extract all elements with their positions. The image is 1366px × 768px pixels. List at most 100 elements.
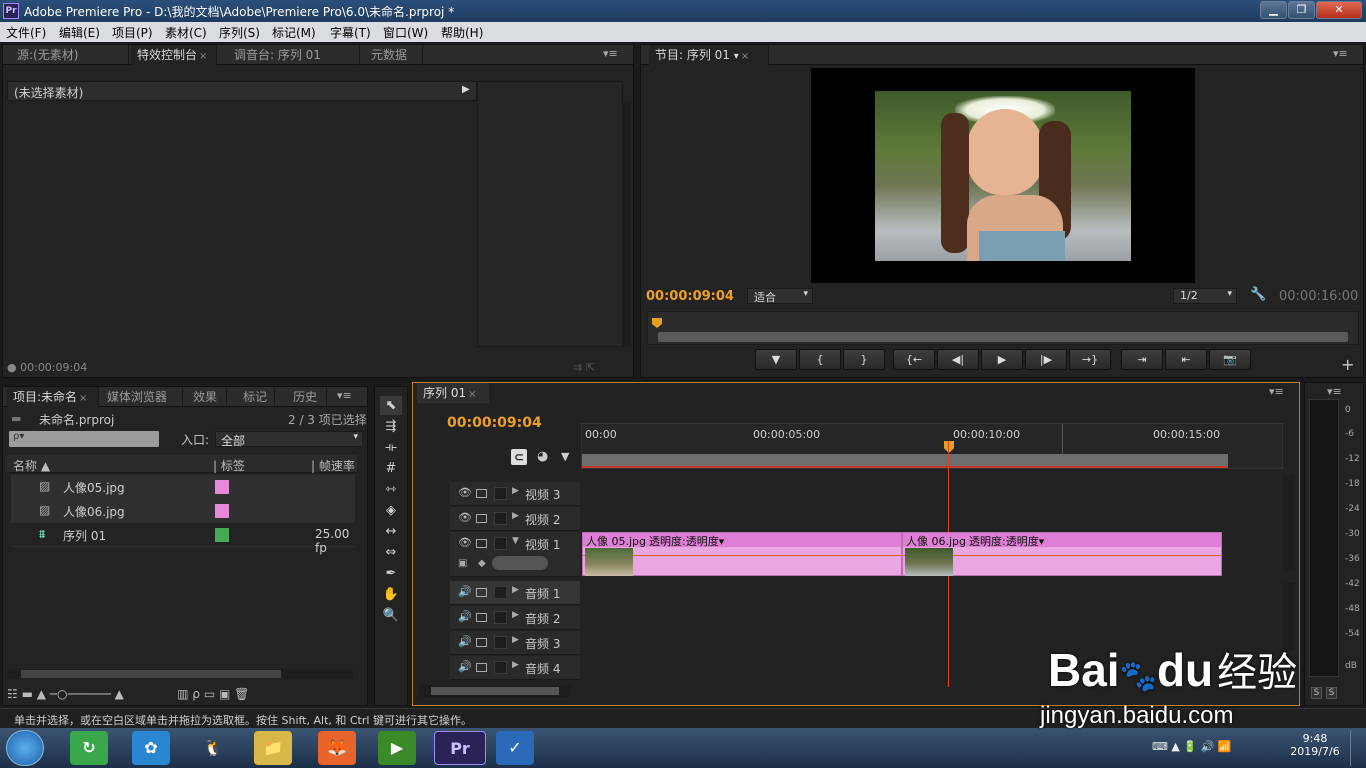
show-desktop-button[interactable] <box>1350 730 1364 766</box>
eye-icon[interactable]: 👁 <box>458 511 472 524</box>
panel-menu-icon[interactable]: ▾≡ <box>1333 47 1348 60</box>
maximize-button[interactable]: ❐ <box>1288 1 1315 19</box>
extract-button[interactable]: ⇤ <box>1165 349 1207 370</box>
column-name[interactable]: 名称 ▲ <box>13 457 50 474</box>
slip-tool-icon[interactable]: ↔ <box>380 522 402 541</box>
tab-effect-controls[interactable]: 特效控制台 × <box>131 45 217 65</box>
step-back-button[interactable]: ◀| <box>937 349 979 370</box>
export-frame-button[interactable]: 📷 <box>1209 349 1251 370</box>
qq-icon[interactable]: 🐧 <box>194 731 232 765</box>
add-marker-button[interactable]: ▼ <box>755 349 797 370</box>
label-color-swatch[interactable] <box>215 480 229 494</box>
pen-tool-icon[interactable]: ✒ <box>380 564 402 583</box>
tab-sequence[interactable]: 序列 01 × <box>417 383 489 403</box>
project-search-input[interactable]: ρ▾ <box>9 431 159 447</box>
label-color-swatch[interactable] <box>215 528 229 542</box>
check-app-icon[interactable]: ✓ <box>496 731 534 765</box>
track-lock-toggle[interactable] <box>494 586 507 599</box>
selection-tool-icon[interactable]: ⬉ <box>380 396 402 415</box>
speaker-icon[interactable]: 🔊 <box>458 610 472 623</box>
menu-help[interactable]: 帮助(H) <box>441 24 483 41</box>
menu-title[interactable]: 字幕(T) <box>330 24 371 41</box>
column-fps[interactable]: | 帧速率 <box>311 457 355 474</box>
playhead-icon[interactable] <box>652 318 662 328</box>
fit-dropdown[interactable]: 适合 ▾ <box>747 288 813 304</box>
eye-icon[interactable]: 👁 <box>458 486 472 499</box>
tab-markers[interactable]: 标记 <box>237 387 275 407</box>
player-app-icon[interactable]: ▶ <box>378 731 416 765</box>
premiere-taskbar-icon[interactable]: Pr <box>434 731 486 765</box>
zoom-tool-icon[interactable]: 🔍 <box>380 606 402 625</box>
speaker-icon[interactable]: 🔊 <box>458 635 472 648</box>
tab-effects[interactable]: 效果 <box>187 387 227 407</box>
panel-menu-icon[interactable]: ▾≡ <box>1269 385 1284 398</box>
track-lock-toggle[interactable] <box>494 661 507 674</box>
audio-track-3[interactable]: 🔊 ▶ 音频 3 <box>450 631 580 655</box>
sync-lock-icon[interactable] <box>476 638 487 647</box>
keyframe-icon[interactable]: ◆ <box>478 558 486 569</box>
start-button[interactable] <box>6 730 44 766</box>
sync-lock-icon[interactable] <box>476 663 487 672</box>
tab-program[interactable]: 节目: 序列 01 ▾ × <box>649 45 769 65</box>
wrench-icon[interactable]: 🔧 <box>1250 287 1266 302</box>
close-tab-icon[interactable]: × <box>468 389 476 400</box>
audio-track-2[interactable]: 🔊 ▶ 音频 2 <box>450 606 580 630</box>
collapse-arrow-icon[interactable]: ▼ <box>512 536 519 546</box>
track-lock-toggle[interactable] <box>494 537 507 550</box>
battery-icon[interactable]: 🔋 <box>1183 740 1197 753</box>
project-item-row[interactable]: ▨ 人像05.jpg <box>11 475 355 499</box>
track-lock-toggle[interactable] <box>494 487 507 500</box>
expand-arrow-icon[interactable]: ▶ <box>512 486 519 496</box>
network-icon[interactable]: 📶 <box>1218 740 1232 753</box>
menu-project[interactable]: 项目(P) <box>112 24 153 41</box>
panel-menu-icon[interactable]: ▾≡ <box>1327 385 1342 398</box>
rate-stretch-tool-icon[interactable]: ⇿ <box>380 480 402 499</box>
expand-arrow-icon[interactable]: ▶ <box>512 511 519 521</box>
razor-tool-icon[interactable]: ◈ <box>380 501 402 520</box>
horizontal-scrollbar[interactable] <box>7 669 353 679</box>
tray-expand-icon[interactable]: ▲ <box>1171 740 1179 753</box>
lift-button[interactable]: ⇥ <box>1121 349 1163 370</box>
track-select-tool-icon[interactable]: ⇶ <box>380 417 402 436</box>
tab-media-browser[interactable]: 媒体浏览器 <box>101 387 183 407</box>
clip-effect-label[interactable]: 透明度:透明度▾ <box>969 533 1044 549</box>
volume-icon[interactable]: 🔊 <box>1201 740 1215 753</box>
close-tab-icon[interactable]: × <box>79 393 87 404</box>
track-lock-toggle[interactable] <box>494 512 507 525</box>
folder-icon[interactable]: 📁 <box>254 731 292 765</box>
play-button[interactable]: ▶ <box>981 349 1023 370</box>
sync-lock-icon[interactable] <box>476 588 487 597</box>
add-button-icon[interactable]: + <box>1341 355 1354 374</box>
tab-history[interactable]: 历史 <box>287 387 327 407</box>
menu-clip[interactable]: 素材(C) <box>165 24 207 41</box>
add-marker-icon[interactable]: ▼ <box>561 450 569 463</box>
label-color-swatch[interactable] <box>215 504 229 518</box>
video-track-3[interactable]: 👁 ▶ 视频 3 <box>450 482 580 506</box>
go-to-in-button[interactable]: {← <box>893 349 935 370</box>
go-to-out-button[interactable]: →} <box>1069 349 1111 370</box>
keyboard-icon[interactable]: ⌨ <box>1152 740 1168 753</box>
video-scrollbar[interactable] <box>1283 475 1295 571</box>
program-time-ruler[interactable] <box>647 311 1359 345</box>
expand-arrow-icon[interactable]: ▶ <box>512 610 519 620</box>
expand-arrow-icon[interactable]: ▶ <box>512 635 519 645</box>
solo-right-button[interactable]: S <box>1326 687 1337 699</box>
resolution-dropdown[interactable]: 1/2 ▾ <box>1173 288 1237 304</box>
audio-track-1[interactable]: 🔊 ▶ 音频 1 <box>450 581 580 605</box>
close-tab-icon[interactable]: × <box>741 51 749 62</box>
timeline-clip[interactable]: 人像 05.jpg 透明度:透明度▾ <box>582 532 902 576</box>
mark-out-button[interactable]: } <box>843 349 885 370</box>
menu-sequence[interactable]: 序列(S) <box>219 24 260 41</box>
project-footer-tools[interactable]: ☷ ▬ ▲ ─○────── ▲ ▥ ρ ▭ ▣ 🗑 <box>7 687 249 701</box>
close-button[interactable]: ✕ <box>1316 1 1362 19</box>
clip-effect-label[interactable]: 透明度:透明度▾ <box>649 533 724 549</box>
tab-source[interactable]: 源:(无素材) <box>11 45 129 65</box>
track-lock-toggle[interactable] <box>494 636 507 649</box>
eye-icon[interactable]: 👁 <box>458 536 472 549</box>
menu-file[interactable]: 文件(F) <box>6 24 46 41</box>
video-track-2[interactable]: 👁 ▶ 视频 2 <box>450 507 580 531</box>
menu-window[interactable]: 窗口(W) <box>383 24 428 41</box>
tab-metadata[interactable]: 元数据 <box>365 45 423 65</box>
timeline-ruler[interactable]: 00:00 00:00:05:00 00:00:10:00 00:00:15:0… <box>581 423 1283 469</box>
step-forward-button[interactable]: |▶ <box>1025 349 1067 370</box>
